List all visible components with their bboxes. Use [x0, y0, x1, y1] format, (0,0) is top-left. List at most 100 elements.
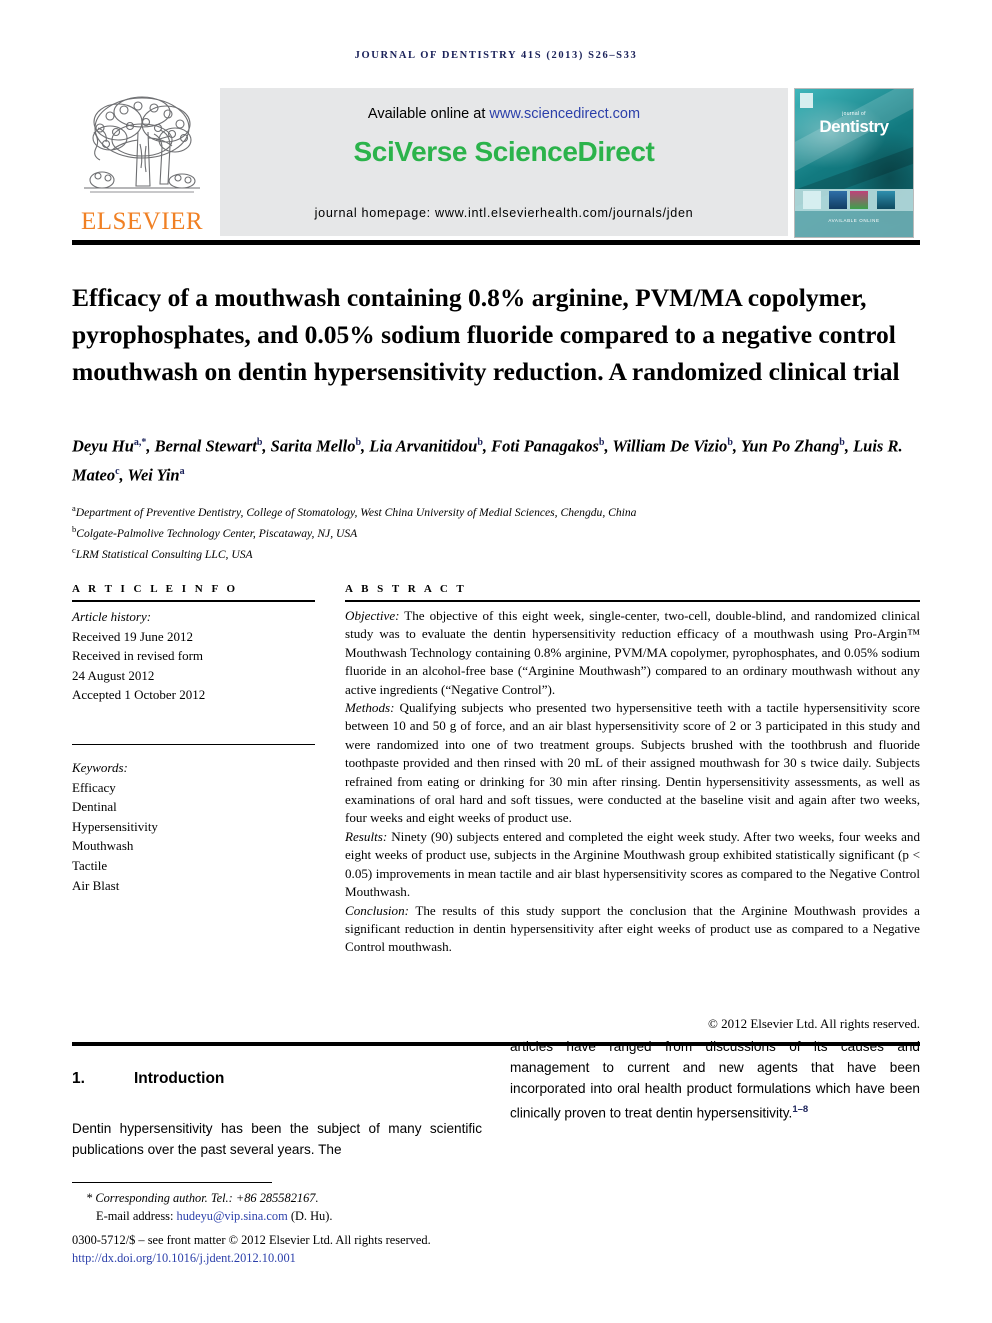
author-affiliation-marker: b: [355, 437, 362, 448]
affiliation-item: cLRM Statistical Consulting LLC, USA: [72, 542, 920, 563]
author-name: Foti Panagakos: [491, 436, 599, 456]
journal-cover-thumbnail: journal of Dentistry AVAILABLE ONLINE: [794, 88, 914, 238]
keyword-item[interactable]: Dentinal: [72, 797, 315, 817]
page-footer: * Corresponding author. Tel.: +86 285582…: [72, 1190, 592, 1267]
abstract-results: Results: Ninety (90) subjects entered an…: [345, 828, 920, 902]
abstract-rule: [345, 600, 920, 602]
doi-link[interactable]: http://dx.doi.org/10.1016/j.jdent.2012.1…: [72, 1250, 592, 1268]
article-history-items: Received 19 June 2012 Received in revised…: [72, 627, 315, 705]
email-label: E-mail address:: [96, 1208, 177, 1223]
email-line: E-mail address: hudeyu@vip.sina.com (D. …: [72, 1208, 592, 1226]
cover-thumb-logo: [803, 191, 821, 209]
abstract-results-text: Ninety (90) subjects entered and complet…: [345, 828, 920, 900]
masthead: ELSEVIER Available online at www.science…: [72, 86, 920, 238]
article-info-rule: [72, 600, 315, 602]
abstract-methods-label: Methods:: [345, 700, 395, 716]
abstract-heading: A B S T R A C T: [345, 583, 467, 595]
keyword-item[interactable]: Efficacy: [72, 778, 315, 798]
author-name: Lia Arvanitidou: [369, 436, 478, 456]
available-online-prefix: Available online at: [367, 106, 490, 122]
author-affiliation-marker: a,*: [133, 437, 147, 448]
affiliation-text: Department of Preventive Dentistry, Coll…: [75, 505, 637, 519]
footer-divider-rule: [72, 1182, 272, 1183]
abstract-methods: Methods: Qualifying subjects who present…: [345, 699, 920, 828]
author-affiliation-marker: b: [839, 437, 845, 448]
cover-thumb-image-1: [829, 191, 847, 209]
abstract-conclusion-label: Conclusion:: [345, 902, 410, 918]
abstract-objective-text: The objective of this eight week, single…: [345, 608, 920, 697]
author-affiliation-marker: a: [179, 465, 185, 477]
intro-paragraph-left: Dentin hypersensitivity has been the sub…: [72, 1121, 482, 1157]
corresponding-author-marker: *: [86, 1191, 93, 1205]
front-matter-line: 0300-5712/$ – see front matter © 2012 El…: [72, 1233, 431, 1247]
running-head: JOURNAL OF DENTISTRY 41S (2013) S26–S33: [354, 50, 638, 61]
cover-footer-text: AVAILABLE ONLINE: [828, 218, 880, 223]
sciencedirect-banner: Available online at www.sciencedirect.co…: [220, 88, 788, 236]
abstract-results-label: Results:: [345, 828, 388, 844]
article-info-heading: A R T I C L E I N F O: [72, 583, 239, 595]
elsevier-logo: ELSEVIER: [72, 86, 212, 238]
intro-section-heading: 1. Introduction: [72, 1070, 482, 1088]
intro-column-left: 1. Introduction Dentin hypersensitivity h…: [72, 1070, 482, 1160]
affiliation-list: aDepartment of Preventive Dentistry, Col…: [72, 500, 920, 563]
journal-homepage-line[interactable]: journal homepage: www.intl.elsevierhealt…: [220, 206, 788, 220]
abstract-objective: Objective: The objective of this eight w…: [345, 607, 920, 699]
author-name: Wei Yin: [127, 465, 180, 484]
article-history-label: Article history:: [72, 609, 152, 624]
author-affiliation-marker: b: [477, 437, 483, 448]
affiliation-item: bColgate-Palmolive Technology Center, Pi…: [72, 521, 920, 542]
affiliation-item: aDepartment of Preventive Dentistry, Col…: [72, 500, 920, 521]
corresponding-author-text: Corresponding author. Tel.: +86 28558216…: [95, 1191, 319, 1205]
page-title: Efficacy of a mouthwash containing 0.8% …: [72, 283, 900, 387]
article-history-block: Article history: Received 19 June 2012 Re…: [72, 607, 315, 705]
cover-title: Dentistry: [819, 117, 889, 136]
abstract-methods-text: Qualifying subjects who presented two hy…: [345, 700, 920, 826]
author-affiliation-marker: c: [115, 465, 120, 477]
article-page: JOURNAL OF DENTISTRY 41S (2013) S26–S33: [0, 0, 992, 1323]
cover-footer-band: AVAILABLE ONLINE: [795, 211, 913, 237]
author-name: Yun Po Zhang: [740, 436, 840, 456]
article-history-item: 24 August 2012: [72, 667, 155, 683]
keyword-item[interactable]: Hypersensitivity: [72, 817, 315, 837]
cover-thumb-image-3: [877, 191, 895, 209]
keywords-label: Keywords:: [72, 760, 128, 775]
author-name: Sarita Mello: [270, 436, 356, 456]
cover-publisher-badge-icon: [800, 93, 813, 108]
intro-section-number: 1.: [72, 1070, 85, 1087]
sciverse-sciencedirect-title: SciVerse ScienceDirect: [353, 136, 655, 167]
author-affiliation-marker: b: [727, 437, 733, 448]
sciencedirect-link[interactable]: www.sciencedirect.com: [489, 106, 640, 122]
email-link[interactable]: hudeyu@vip.sina.com: [177, 1209, 288, 1223]
author-name: Deyu Hu: [72, 436, 134, 456]
keyword-item[interactable]: Air Blast: [72, 876, 315, 896]
cover-thumb-image-2: [850, 191, 868, 209]
keyword-item[interactable]: Mouthwash: [72, 836, 315, 856]
elsevier-wordmark: ELSEVIER: [80, 208, 204, 235]
abstract-body: Objective: The objective of this eight w…: [345, 607, 920, 957]
affiliation-text: Colgate-Palmolive Technology Center, Pis…: [76, 526, 358, 540]
author-affiliation-marker: b: [256, 437, 263, 448]
corresponding-author-note: * Corresponding author. Tel.: +86 285582…: [72, 1190, 592, 1208]
author-affiliation-marker: b: [598, 437, 605, 448]
author-name: William De Vizio: [612, 436, 728, 456]
keyword-item[interactable]: Tactile: [72, 856, 315, 876]
keywords-block: Keywords: Efficacy Dentinal Hypersensitivi…: [72, 758, 315, 895]
intro-section-title: Introduction: [134, 1070, 225, 1087]
abstract-conclusion: Conclusion: The results of this study su…: [345, 902, 920, 957]
abstract-objective-label: Objective:: [345, 608, 400, 623]
keywords-divider-rule: [72, 744, 315, 745]
elsevier-tree-logo-icon: [84, 96, 200, 193]
intro-paragraph-right: articles have ranged from discussions of…: [510, 1036, 920, 1124]
article-history-item: Received 19 June 2012: [72, 628, 193, 644]
article-history-item: Received in revised form: [72, 648, 204, 664]
affiliation-text: LRM Statistical Consulting LLC, USA: [75, 547, 253, 561]
intro-citation[interactable]: 1–8: [792, 1104, 808, 1115]
available-online-line: Available online at www.sciencedirect.co…: [220, 106, 788, 122]
author-name: Bernal Stewart: [154, 436, 257, 456]
intro-paragraph-right-text: articles have ranged from discussions of…: [510, 1039, 920, 1121]
intro-column-right: articles have ranged from discussions of…: [510, 1036, 920, 1124]
abstract-conclusion-text: The results of this study support the co…: [345, 902, 920, 955]
author-list: Deyu Hua,*, Bernal Stewartb, Sarita Mell…: [72, 436, 903, 485]
article-history-item: Accepted 1 October 2012: [72, 687, 206, 703]
abstract-copyright: © 2012 Elsevier Ltd. All rights reserved…: [707, 1016, 920, 1031]
